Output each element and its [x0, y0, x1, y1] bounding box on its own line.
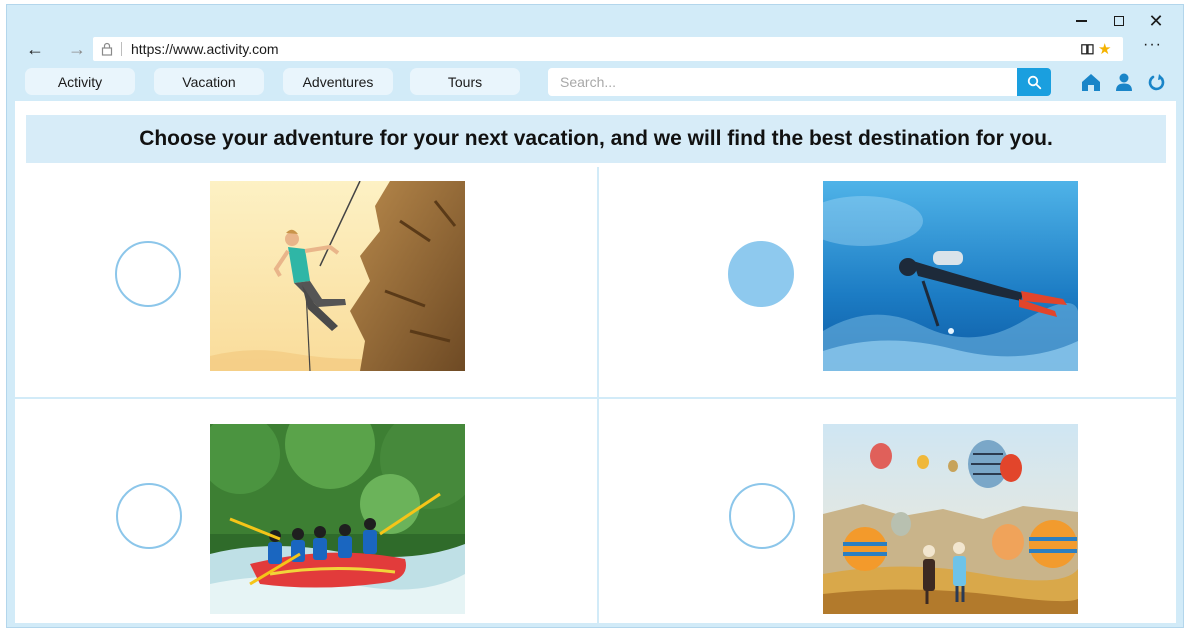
- option-radio-diving[interactable]: [728, 241, 794, 307]
- more-options-icon[interactable]: ···: [1143, 36, 1162, 54]
- minimize-button[interactable]: [1066, 11, 1096, 31]
- option-radio-rafting[interactable]: [116, 483, 182, 549]
- back-arrow-icon: ←: [26, 38, 44, 59]
- forward-button[interactable]: →: [65, 37, 89, 61]
- river-rafting-photo[interactable]: [210, 424, 465, 614]
- option-radio-balloons[interactable]: [729, 483, 795, 549]
- address-bar[interactable]: https://www.activity.com: [93, 37, 1123, 61]
- page-title: Choose your adventure for your next vaca…: [26, 115, 1166, 163]
- search-input[interactable]: [548, 68, 1018, 96]
- lock-icon: [101, 42, 113, 56]
- back-button[interactable]: ←: [23, 37, 47, 61]
- search-button[interactable]: [1017, 68, 1051, 96]
- close-button[interactable]: ✕: [1141, 11, 1171, 31]
- reader-view-icon[interactable]: [1081, 44, 1094, 55]
- maximize-icon: [1114, 16, 1124, 26]
- user-icon[interactable]: [1113, 72, 1135, 92]
- grid-divider-vertical: [597, 167, 599, 623]
- forward-arrow-icon: →: [68, 38, 86, 59]
- rock-climbing-photo[interactable]: [210, 181, 465, 371]
- grid-divider-horizontal: [15, 397, 1176, 399]
- tab-adventures[interactable]: Adventures: [283, 68, 393, 95]
- tab-activity[interactable]: Activity: [25, 68, 135, 95]
- favorite-star-icon[interactable]: ★: [1098, 40, 1111, 58]
- url-text[interactable]: https://www.activity.com: [131, 41, 279, 57]
- tab-tours[interactable]: Tours: [410, 68, 520, 95]
- url-divider: [121, 42, 122, 56]
- address-bar-row: ← → https://www.activity.com ★ ···: [7, 35, 1183, 63]
- tab-vacation[interactable]: Vacation: [154, 68, 264, 95]
- content-panel: Choose your adventure for your next vaca…: [15, 101, 1176, 623]
- close-icon: ✕: [1148, 10, 1164, 31]
- minimize-icon: [1075, 20, 1087, 22]
- hot-air-balloons-photo[interactable]: [823, 424, 1078, 614]
- refresh-icon[interactable]: [1146, 72, 1168, 92]
- option-radio-climbing[interactable]: [115, 241, 181, 307]
- maximize-button[interactable]: [1104, 11, 1134, 31]
- browser-window: ✕ ← → https://www.activity.com ★ ··· Act…: [6, 4, 1184, 628]
- scuba-diving-photo[interactable]: [823, 181, 1078, 371]
- home-icon[interactable]: [1080, 72, 1102, 92]
- search-icon: [1027, 75, 1041, 89]
